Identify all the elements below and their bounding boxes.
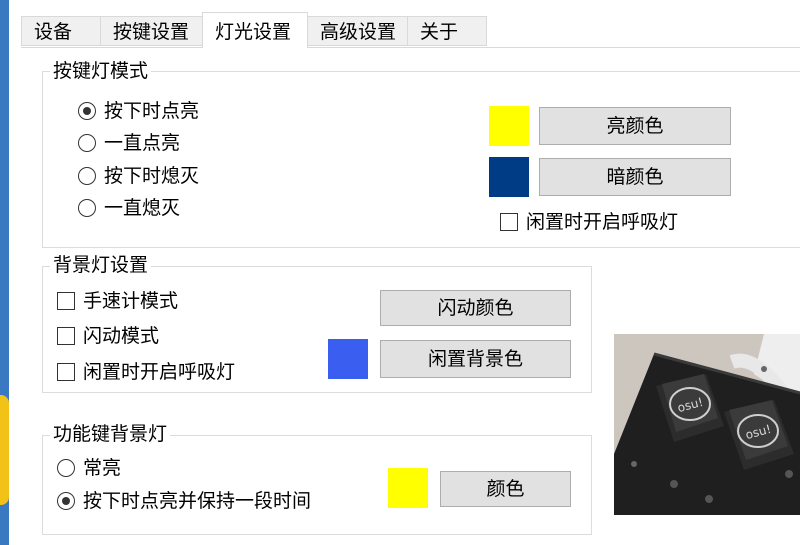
button-label: 亮颜色 (606, 115, 664, 137)
option-label: 按下时点亮并保持一段时间 (83, 490, 312, 512)
checkbox-label: 闪动模式 (83, 325, 160, 347)
radio-button[interactable] (78, 199, 96, 217)
backlight-check-item[interactable]: 闪动模式 (57, 325, 159, 347)
function-key-option[interactable]: 按下时点亮并保持一段时间 (57, 490, 311, 512)
backlight-settings-title: 背景灯设置 (50, 254, 152, 276)
key-light-mode-title: 按键灯模式 (50, 60, 152, 82)
tab-label: 高级设置 (320, 21, 397, 43)
keypad-image: osu! osu! (614, 334, 800, 515)
tab-label: 设备 (34, 21, 73, 43)
function-key-color-button[interactable]: 颜色 (440, 471, 571, 507)
radio-button[interactable] (78, 134, 96, 152)
tab-key-settings[interactable]: 按键设置 (100, 16, 203, 46)
tab-light-settings[interactable]: 灯光设置 (202, 12, 308, 48)
tab-about[interactable]: 关于 (407, 16, 487, 46)
backlight-check-item[interactable]: 闲置时开启呼吸灯 (57, 361, 235, 383)
idle-bg-color-swatch (328, 339, 368, 379)
bright-color-swatch (489, 106, 529, 146)
radio-button[interactable] (57, 492, 75, 510)
key-light-idle-breathing[interactable]: 闲置时开启呼吸灯 (500, 211, 678, 233)
button-label: 颜色 (486, 478, 525, 500)
background-window-accent (0, 395, 9, 505)
option-label: 一直点亮 (104, 132, 181, 154)
function-key-backlight-title: 功能键背景灯 (50, 423, 171, 445)
button-label: 闲置背景色 (427, 348, 523, 370)
option-label: 常亮 (83, 457, 122, 479)
radio-button[interactable] (57, 459, 75, 477)
tab-label: 按键设置 (113, 21, 190, 43)
flash-color-button[interactable]: 闪动颜色 (380, 290, 571, 326)
button-label: 闪动颜色 (437, 297, 514, 319)
idle-bg-color-button[interactable]: 闲置背景色 (380, 340, 571, 378)
backlight-check-item[interactable]: 手速计模式 (57, 290, 178, 312)
checkbox-label: 手速计模式 (83, 290, 179, 312)
dark-color-button[interactable]: 暗颜色 (539, 158, 731, 196)
option-label: 按下时点亮 (104, 100, 200, 122)
checkbox-label: 闲置时开启呼吸灯 (83, 361, 236, 383)
tab-advanced-settings[interactable]: 高级设置 (307, 16, 408, 46)
tab-strip-border (21, 47, 800, 48)
background-window-edge (0, 0, 9, 545)
function-key-option[interactable]: 常亮 (57, 457, 121, 479)
checkbox[interactable] (57, 363, 75, 381)
button-label: 暗颜色 (606, 166, 664, 188)
key-light-option[interactable]: 一直熄灭 (78, 197, 180, 219)
radio-button[interactable] (78, 167, 96, 185)
option-label: 一直熄灭 (104, 197, 181, 219)
bright-color-button[interactable]: 亮颜色 (539, 107, 731, 145)
option-label: 按下时熄灭 (104, 165, 200, 187)
checkbox[interactable] (500, 213, 518, 231)
tab-label: 关于 (420, 21, 459, 43)
radio-button[interactable] (78, 102, 96, 120)
checkbox[interactable] (57, 327, 75, 345)
checkbox[interactable] (57, 292, 75, 310)
checkbox-label: 闲置时开启呼吸灯 (526, 211, 679, 233)
key-light-option[interactable]: 一直点亮 (78, 132, 180, 154)
tab-device[interactable]: 设备 (21, 16, 101, 46)
tab-label: 灯光设置 (215, 21, 292, 43)
key-light-option[interactable]: 按下时熄灭 (78, 165, 199, 187)
device-photo: osu! osu! (614, 334, 800, 515)
key-light-option[interactable]: 按下时点亮 (78, 100, 199, 122)
dark-color-swatch (489, 157, 529, 197)
function-key-color-swatch (388, 468, 428, 508)
